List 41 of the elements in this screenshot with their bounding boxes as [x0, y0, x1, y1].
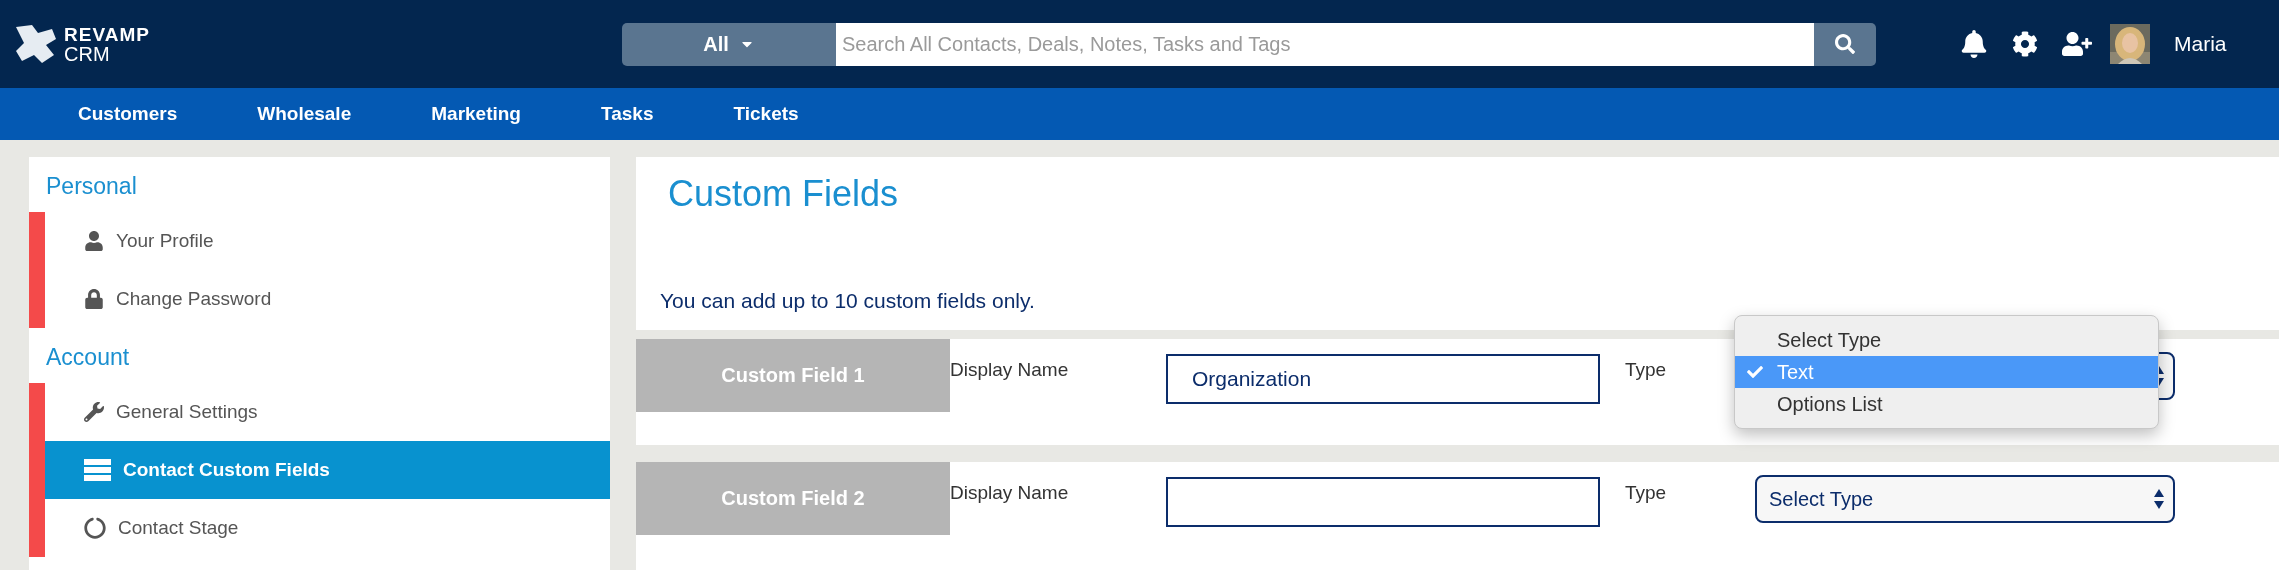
nav-link[interactable]: Customers	[78, 103, 178, 125]
search-field[interactable]: Search All Contacts, Deals, Notes, Tasks and Tags	[836, 22, 1814, 66]
display-name-field[interactable]	[1166, 477, 1600, 527]
section-heading: Personal	[45, 172, 138, 201]
circle-notch-icon	[84, 517, 106, 539]
list-icon	[84, 459, 111, 481]
wrench-icon	[84, 402, 104, 422]
search-button[interactable]	[1814, 22, 1876, 66]
field-label: Custom Field 2	[636, 462, 950, 535]
user-name[interactable]: Maria	[2174, 32, 2227, 56]
sidebar-item[interactable]: Contact Stage	[45, 499, 610, 557]
logo-subtext: CRM	[64, 43, 111, 64]
nav-link[interactable]: Wholesale	[257, 103, 352, 125]
page-title: Custom Fields	[667, 172, 900, 216]
info-text: You can add up to 10 custom fields only.	[659, 288, 1036, 314]
field-label: Custom Field 1	[636, 339, 950, 412]
sidebar-item[interactable]: General Settings	[45, 383, 610, 441]
scope-dropdown[interactable]: All	[622, 22, 836, 66]
type-label: Type	[1625, 359, 1668, 381]
menu-option[interactable]: Options List	[1735, 388, 2158, 420]
lock-icon	[84, 289, 104, 309]
search-icon	[1835, 34, 1855, 54]
bell-icon[interactable]	[1960, 30, 1988, 58]
type-label: Type	[1625, 482, 1668, 504]
display-name-label: Display Name	[950, 359, 1070, 381]
nav-link[interactable]: Tickets	[733, 103, 799, 125]
type-select[interactable]: Select Type	[1755, 475, 2175, 523]
add-user-icon[interactable]	[2062, 29, 2092, 59]
display-name-label: Display Name	[950, 482, 1070, 504]
select-arrows-icon	[2153, 488, 2165, 510]
nav-link[interactable]: Marketing	[431, 103, 521, 125]
user-icon	[84, 231, 104, 251]
section-heading: Account	[45, 343, 131, 372]
menu-option[interactable]: Select Type	[1735, 324, 2158, 356]
check-icon	[1747, 364, 1763, 380]
settings-icon[interactable]	[2012, 31, 2038, 57]
nav-link[interactable]: Tasks	[601, 103, 654, 125]
sidebar-item[interactable]: Change Password	[45, 270, 610, 328]
display-name-field[interactable]: Organization	[1166, 354, 1600, 404]
logo-text: REVAMP	[64, 24, 150, 44]
sidebar-item[interactable]: Your Profile	[45, 212, 610, 270]
